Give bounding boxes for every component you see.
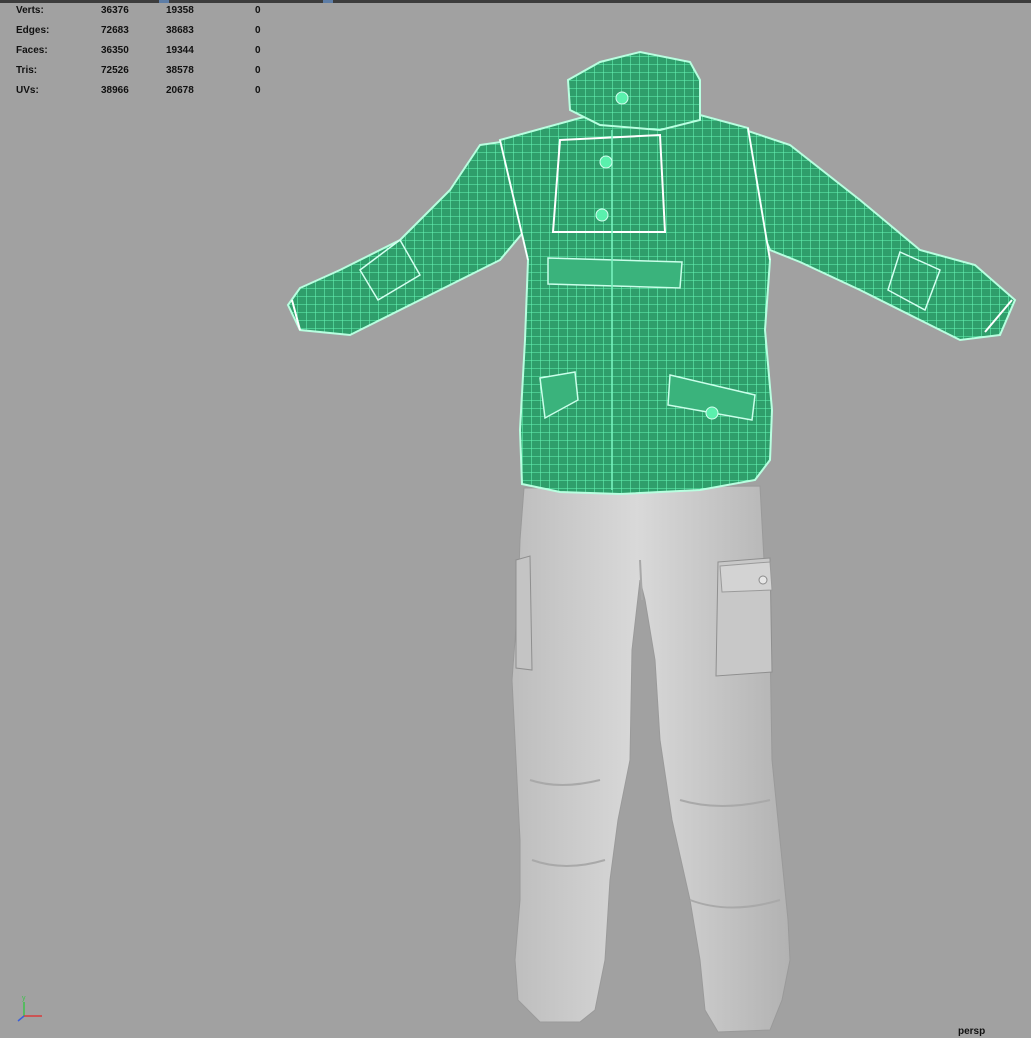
- hud-label: UVs:: [16, 85, 39, 96]
- camera-label: persp: [958, 1026, 986, 1037]
- hud-value: 19344: [166, 45, 194, 56]
- hud-value: 0: [255, 5, 261, 16]
- axis-y-label: y: [22, 995, 26, 1002]
- viewport-scene[interactable]: [0, 0, 1031, 1038]
- 3d-viewport[interactable]: Verts: 36376 19358 0 Edges: 72683 38683 …: [0, 0, 1031, 1038]
- hud-value: 36376: [101, 5, 129, 16]
- hud-value: 38966: [101, 85, 129, 96]
- hud-label: Tris:: [16, 65, 38, 76]
- hud-value: 19358: [166, 5, 194, 16]
- hud-value: 72683: [101, 25, 129, 36]
- hud-value: 38578: [166, 65, 194, 76]
- pants-mesh[interactable]: [511, 485, 791, 1033]
- hud-label: Verts:: [16, 5, 44, 16]
- hud-value: 0: [255, 85, 261, 96]
- hud-label: Faces:: [16, 45, 48, 56]
- hud-value: 0: [255, 45, 261, 56]
- jacket-mesh[interactable]: [286, 50, 1017, 496]
- hud-label: Edges:: [16, 25, 50, 36]
- axis-gizmo-icon: y: [17, 995, 42, 1022]
- hud-value: 0: [255, 25, 261, 36]
- hud-value: 20678: [166, 85, 194, 96]
- hud-value: 38683: [166, 25, 194, 36]
- hud-value: 36350: [101, 45, 129, 56]
- hud-value: 0: [255, 65, 261, 76]
- hud-value: 72526: [101, 65, 129, 76]
